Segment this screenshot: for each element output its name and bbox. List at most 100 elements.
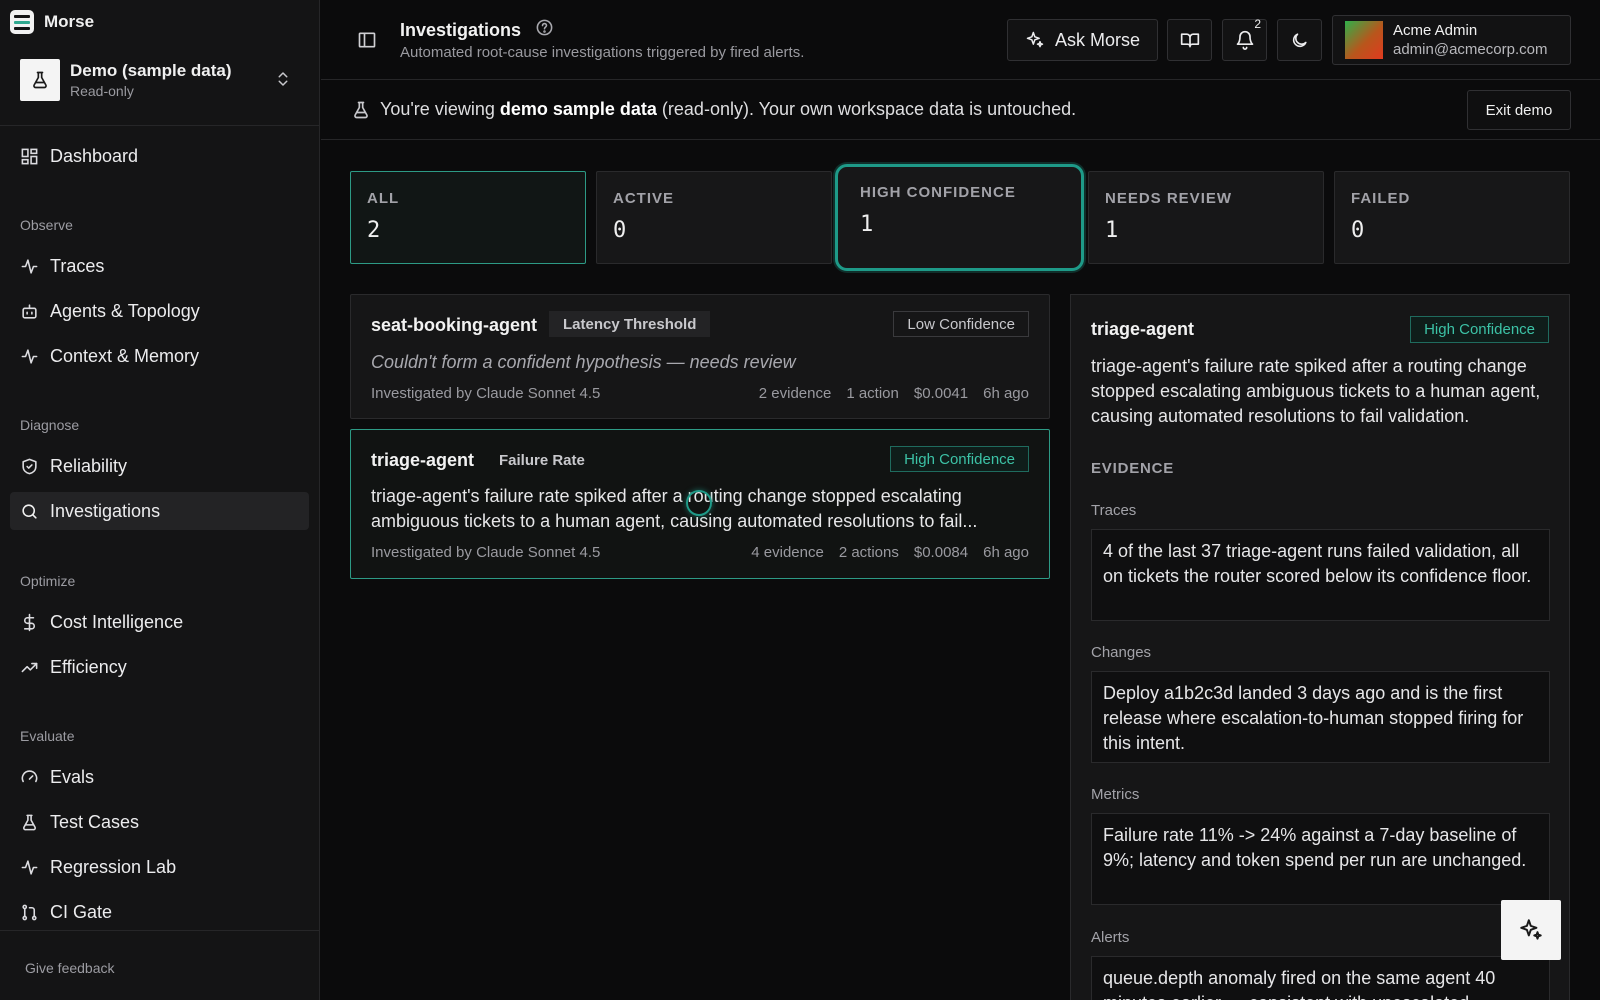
investigation-age: 6h ago	[983, 544, 1029, 561]
search-icon	[22, 503, 37, 519]
ask-morse-label: Ask Morse	[1054, 29, 1141, 50]
evidence-label: Metrics	[1091, 786, 1140, 803]
moon-icon	[1292, 32, 1307, 47]
panel-left-icon[interactable]	[357, 30, 377, 55]
banner-prefix: You're viewing	[380, 99, 500, 119]
trending-up-icon	[21, 662, 38, 672]
docs-button[interactable]	[1167, 19, 1212, 61]
sidebar-item-label: Reliability	[50, 455, 128, 476]
evidence-count: 2 evidence	[758, 385, 832, 402]
evidence-label: Traces	[1091, 502, 1137, 519]
sidebar-item-cost-intelligence[interactable]: Cost Intelligence	[10, 603, 309, 641]
chevrons-up-down-icon	[274, 70, 292, 93]
avatar	[1345, 21, 1383, 59]
action-count: 1 action	[846, 385, 899, 402]
stat-value: 1	[860, 212, 874, 237]
evidence-heading: EVIDENCE	[1091, 460, 1175, 477]
investigated-by: Investigated by Claude Sonnet 4.5	[371, 385, 601, 402]
sidebar-item-label: Traces	[50, 255, 105, 276]
ask-morse-fab[interactable]	[1501, 900, 1561, 960]
action-count: 2 actions	[838, 544, 899, 561]
sidebar-item-label: Test Cases	[50, 811, 140, 832]
sidebar-item-label: Investigations	[50, 500, 161, 521]
sidebar: Morse Demo (sample data) Read-only Dashb…	[0, 0, 320, 1000]
workspace-switcher[interactable]: Demo (sample data) Read-only	[20, 58, 304, 102]
user-menu[interactable]: Acme Admin admin@acmecorp.com	[1332, 15, 1571, 65]
sidebar-item-investigations[interactable]: Investigations	[10, 492, 309, 530]
bot-icon	[22, 303, 37, 319]
ask-morse-button[interactable]: Ask Morse	[1007, 19, 1158, 61]
notification-count: 2	[1254, 17, 1261, 31]
workspace-name: Demo (sample data)	[70, 61, 232, 80]
detail-confidence-badge: High Confidence	[1410, 316, 1549, 343]
stat-label: ALL	[367, 190, 400, 207]
investigated-by: Investigated by Claude Sonnet 4.5	[371, 544, 601, 561]
sidebar-item-reliability[interactable]: Reliability	[10, 447, 309, 485]
give-feedback-link[interactable]: Give feedback	[25, 960, 115, 976]
investigation-age: 6h ago	[983, 385, 1029, 402]
banner-bold: demo sample data	[499, 99, 657, 119]
sidebar-item-agents-topology[interactable]: Agents & Topology	[10, 292, 309, 330]
stat-filter-active[interactable]: ACTIVE 0	[596, 171, 832, 264]
sparkles-icon	[1026, 31, 1044, 48]
alert-type-badge: Latency Threshold	[549, 311, 711, 337]
stat-value: 0	[613, 218, 627, 243]
sidebar-item-traces[interactable]: Traces	[10, 247, 309, 285]
evidence-label: Changes	[1091, 644, 1152, 661]
theme-toggle-button[interactable]	[1277, 19, 1322, 61]
confidence-badge: Low Confidence	[893, 311, 1029, 337]
investigation-meta: Investigated by Claude Sonnet 4.5 2 evid…	[371, 385, 1029, 402]
user-email: admin@acmecorp.com	[1393, 41, 1548, 58]
flask-icon	[20, 59, 60, 101]
banner-suffix: (read-only). Your own workspace data is …	[656, 99, 1077, 119]
brand-name: Morse	[44, 12, 95, 31]
investigation-hypothesis: Couldn't form a confident hypothesis — n…	[371, 352, 796, 372]
sidebar-item-ci-gate[interactable]: CI Gate	[10, 893, 309, 931]
evidence-label: Alerts	[1091, 929, 1130, 946]
evidence-count: 4 evidence	[751, 544, 824, 561]
workspace-mode: Read-only	[70, 83, 134, 99]
detail-agent: triage-agent	[1091, 319, 1195, 339]
brand[interactable]: Morse	[10, 9, 94, 35]
investigation-card[interactable]: seat-booking-agent Latency Threshold Low…	[350, 294, 1050, 419]
sidebar-item-label: CI Gate	[50, 901, 113, 922]
git-pull-request-icon	[22, 904, 37, 920]
sidebar-divider	[0, 125, 320, 126]
notifications-button[interactable]: 2	[1222, 17, 1267, 61]
hypothesis-line: triage-agent's failure rate spiked after…	[371, 486, 962, 506]
cursor-indicator	[686, 490, 712, 516]
stat-value: 2	[367, 218, 381, 243]
sparkles-icon	[1520, 919, 1542, 940]
dollar-icon	[23, 613, 35, 631]
sidebar-item-test-cases[interactable]: Test Cases	[10, 803, 309, 841]
stat-value: 0	[1351, 218, 1365, 243]
page-subtitle: Automated root-cause investigations trig…	[400, 44, 805, 61]
exit-demo-button[interactable]: Exit demo	[1467, 90, 1571, 130]
stat-filter-all[interactable]: ALL 2	[350, 171, 586, 264]
book-open-icon	[1180, 33, 1199, 48]
nav-section-observe: Observe	[20, 217, 73, 233]
sidebar-item-context-memory[interactable]: Context & Memory	[10, 337, 309, 375]
sidebar-item-label: Regression Lab	[50, 856, 177, 877]
shield-check-icon	[22, 458, 37, 474]
evidence-alerts: queue.depth anomaly fired on the same ag…	[1091, 956, 1550, 1000]
sidebar-item-evals[interactable]: Evals	[10, 758, 309, 796]
stat-filter-needs-review[interactable]: NEEDS REVIEW 1	[1088, 171, 1324, 264]
sidebar-item-label: Agents & Topology	[50, 300, 200, 321]
nav-section-optimize: Optimize	[20, 573, 76, 589]
flask-icon	[22, 814, 37, 830]
sidebar-item-efficiency[interactable]: Efficiency	[10, 648, 309, 686]
flask-icon	[351, 100, 371, 125]
demo-banner-text: You're viewing demo sample data (read-on…	[380, 99, 1076, 120]
sidebar-item-regression-lab[interactable]: Regression Lab	[10, 848, 309, 886]
stat-filter-high-confidence[interactable]: HIGH CONFIDENCE 1	[835, 164, 1084, 271]
help-circle-icon[interactable]	[535, 18, 554, 42]
dashboard-icon	[21, 148, 38, 164]
stat-label: NEEDS REVIEW	[1105, 190, 1233, 207]
stat-filter-failed[interactable]: FAILED 0	[1334, 171, 1570, 264]
sidebar-item-dashboard[interactable]: Dashboard	[10, 137, 309, 175]
activity-icon	[21, 258, 38, 274]
investigation-meta: Investigated by Claude Sonnet 4.5 4 evid…	[371, 544, 1029, 561]
bell-icon	[1236, 30, 1253, 50]
investigation-agent: seat-booking-agent	[371, 315, 538, 335]
